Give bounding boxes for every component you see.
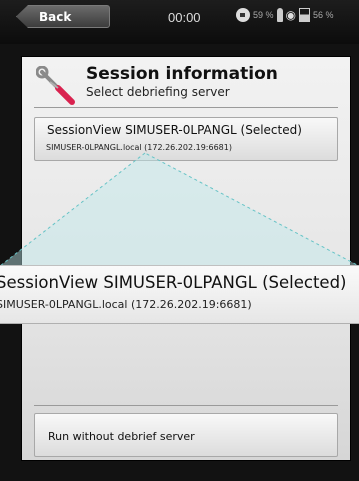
divider xyxy=(34,107,338,108)
page-subtitle: Select debriefing server xyxy=(86,85,230,99)
status-icons: 59 % ◉ 56 % xyxy=(236,8,334,22)
server-address: SIMUSER-0LPANGL.local (172.26.202.19:668… xyxy=(46,143,232,152)
divider-bottom xyxy=(34,405,338,406)
back-button[interactable]: Back xyxy=(16,5,110,28)
run-without-debrief-label: Run without debrief server xyxy=(48,430,195,443)
battery-icon xyxy=(299,8,310,22)
back-button-label: Back xyxy=(39,9,72,24)
clock: 00:00 xyxy=(168,10,201,25)
wifi-icon: ◉ xyxy=(285,8,296,22)
zoomed-server-address: SIMUSER-0LPANGL.local (172.26.202.19:668… xyxy=(0,298,252,311)
tools-icon xyxy=(36,66,75,105)
zoomed-server-name: SessionView SIMUSER-0LPANGL (Selected) xyxy=(0,273,347,292)
indicator-1-value: 59 % xyxy=(253,10,274,20)
run-without-debrief-button[interactable]: Run without debrief server xyxy=(34,413,338,457)
person-icon xyxy=(276,8,283,22)
server-list-item[interactable]: SessionView SIMUSER-0LPANGL (Selected) S… xyxy=(34,117,338,161)
camera-icon xyxy=(236,8,250,22)
zoomed-server-callout: SessionView SIMUSER-0LPANGL (Selected) S… xyxy=(0,265,359,324)
status-bar: Back 00:00 59 % ◉ 56 % xyxy=(0,0,359,44)
page-title: Session information xyxy=(86,64,278,84)
indicator-2-value: 56 % xyxy=(313,10,334,20)
server-name: SessionView SIMUSER-0LPANGL (Selected) xyxy=(47,123,302,137)
